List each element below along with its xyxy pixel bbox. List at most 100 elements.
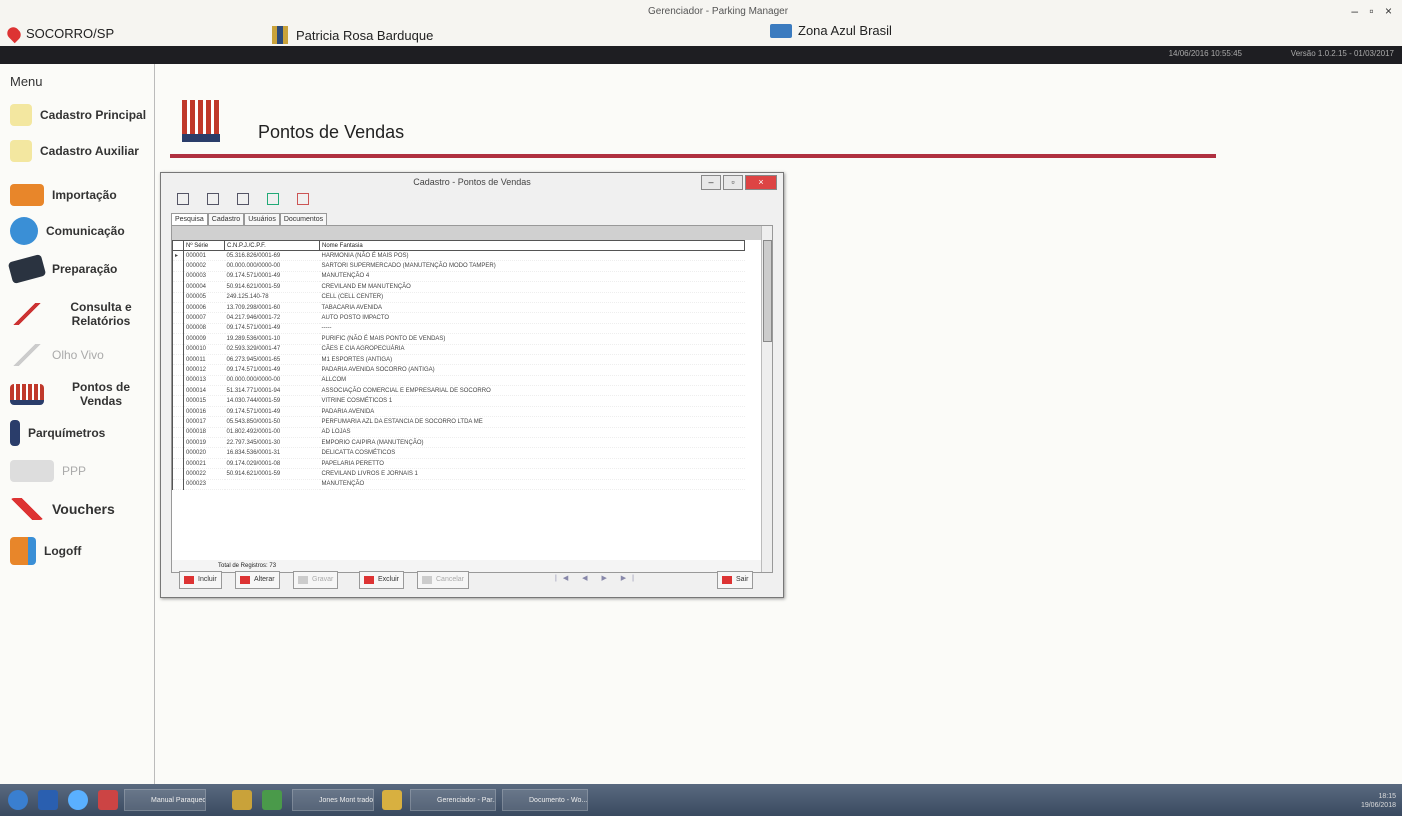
table-row[interactable]: 000003 09.174.571/0001-49 MANUTENÇÃO 4	[172, 271, 745, 283]
table-row[interactable]: ▸ 000001 05.316.826/0001-69 HARMONIA (NÃO É…	[172, 250, 745, 262]
row-indicator[interactable]	[172, 385, 184, 397]
cell-cnpj: 09.174.571/0001-49	[224, 323, 320, 335]
sidebar-item-comunicacao[interactable]: Comunicação	[10, 216, 150, 246]
table-row[interactable]: 000013 00.000.000/0000-00 ALLCOM	[172, 375, 745, 387]
table-row[interactable]: 000004 50.914.621/0001-59 CREVILAND EM MAN…	[172, 281, 745, 293]
row-indicator[interactable]	[172, 437, 184, 449]
status-bar: 14/06/2016 10:55:45 Versão 1.0.2.15 - 01…	[0, 46, 1402, 64]
sidebar-item-importacao[interactable]: Importação	[10, 180, 150, 210]
sidebar-item-ppp[interactable]: PPP	[10, 456, 150, 486]
alterar-button[interactable]: Alterar	[235, 571, 280, 589]
table-row[interactable]: 000019 22.797.345/0001-30 EMPORIO CAIPIRA …	[172, 437, 745, 449]
taskbar-item-jones[interactable]: Jones Mont trado...	[292, 789, 374, 811]
sidebar-item-pontos-de-vendas[interactable]: Pontos de Vendas	[10, 374, 150, 414]
row-indicator[interactable]: ▸	[172, 250, 184, 262]
row-indicator[interactable]	[172, 271, 184, 283]
table-row[interactable]: 000012 09.174.571/0001-49 PADARIA AVENIDA …	[172, 364, 745, 376]
table-row[interactable]: 000016 09.174.571/0001-49 PADARIA AVENIDA	[172, 406, 745, 418]
row-indicator[interactable]	[172, 281, 184, 293]
sidebar-item-consulta-relatorios[interactable]: Consulta e Relatórios	[10, 294, 150, 334]
column-header-nome-fantasia[interactable]: Nome Fantasia	[319, 240, 745, 251]
row-indicator[interactable]	[172, 260, 184, 272]
table-row[interactable]: 000007 04.217.946/0001-72 AUTO POSTO IMPAC…	[172, 312, 745, 324]
tab-documentos[interactable]: Documentos	[279, 213, 328, 225]
app-icon[interactable]	[98, 790, 118, 810]
row-indicator[interactable]	[172, 312, 184, 324]
folder-icon[interactable]	[232, 790, 252, 810]
table-row[interactable]: 000005 249.125.140-78 CELL (CELL CENTER)	[172, 292, 745, 303]
start-button-icon[interactable]	[8, 790, 28, 810]
minimize-button[interactable]: –	[701, 175, 721, 190]
window-controls[interactable]: – ▫ ×	[1351, 4, 1396, 18]
table-row[interactable]: 000010 02.593.329/0001-47 CÃES E CIA AGROP…	[172, 344, 745, 355]
chart-icon	[10, 303, 44, 325]
row-indicator[interactable]	[172, 292, 184, 303]
row-indicator[interactable]	[172, 364, 184, 376]
table-row[interactable]: 000021 09.174.029/0001-08 PAPELARIA PERETT…	[172, 458, 745, 470]
pin-icon[interactable]	[297, 193, 309, 205]
sidebar-item-vouchers[interactable]: Vouchers	[10, 494, 150, 524]
tab-cadastro[interactable]: Cadastro	[207, 213, 245, 225]
taskbar-item-manual[interactable]: Manual Paraqueo...	[124, 789, 206, 811]
row-indicator[interactable]	[172, 406, 184, 418]
column-header-serie[interactable]: Nº Série	[183, 240, 225, 251]
spreadsheet-icon[interactable]	[262, 790, 282, 810]
grid-scrollbar[interactable]	[761, 226, 772, 572]
refresh-icon[interactable]	[237, 193, 249, 205]
table-row[interactable]: 000020 16.834.536/0001-31 DELICATTA COSMÉT…	[172, 447, 745, 459]
table-row[interactable]: 000008 09.174.571/0001-49 -----	[172, 323, 745, 335]
row-indicator[interactable]	[172, 354, 184, 366]
row-indicator[interactable]	[172, 395, 184, 407]
row-indicator[interactable]	[172, 302, 184, 314]
column-header-cnpj[interactable]: C.N.P.J./C.P.F.	[224, 240, 320, 251]
record-navigation[interactable]: |◀ ◀ ▶ ▶|	[555, 574, 640, 582]
sidebar-item-preparacao[interactable]: Preparação	[7, 253, 150, 285]
row-indicator[interactable]	[172, 427, 184, 439]
folder-icon[interactable]	[382, 790, 402, 810]
ie-icon[interactable]	[68, 790, 88, 810]
sidebar-item-cadastro-principal[interactable]: Cadastro Principal	[10, 100, 150, 130]
cell-nome-fantasia: ASSOCIAÇÃO COMERCIAL E EMPRESARIAL DE SO…	[319, 385, 745, 397]
table-row[interactable]: 000022 50.914.621/0001-59 CREVILAND LIVROS…	[172, 468, 745, 480]
table-row[interactable]: 000017 05.543.850/0001-50 PERFUMARIA AZL D…	[172, 416, 745, 428]
sidebar-item-parquimetros[interactable]: Parquímetros	[10, 418, 150, 448]
gravar-button[interactable]: Gravar	[293, 571, 339, 589]
scrollbar-thumb[interactable]	[763, 240, 772, 342]
sidebar-item-cadastro-auxiliar[interactable]: Cadastro Auxiliar	[10, 136, 150, 166]
version-label: Versão 1.0.2.15 - 01/03/2017	[1290, 49, 1394, 58]
row-indicator[interactable]	[172, 447, 184, 459]
tab-pesquisa[interactable]: Pesquisa	[171, 213, 208, 225]
row-indicator[interactable]	[172, 416, 184, 428]
tab-usuarios[interactable]: Usuários	[244, 213, 280, 225]
sair-button[interactable]: Sair	[717, 571, 754, 589]
table-row[interactable]: 000011 06.273.945/0001-65 M1 ESPORTES (ANT…	[172, 354, 745, 366]
excluir-button[interactable]: Excluir	[359, 571, 405, 589]
close-button[interactable]: ×	[745, 175, 777, 190]
row-indicator[interactable]	[172, 468, 184, 480]
cell-cnpj: 06.273.945/0001-65	[224, 354, 320, 366]
print-icon[interactable]	[177, 193, 189, 205]
tree-icon[interactable]	[207, 193, 219, 205]
taskbar-item-documento[interactable]: Documento - Wo...	[502, 789, 588, 811]
explorer-icon[interactable]	[38, 790, 58, 810]
row-indicator[interactable]	[172, 333, 184, 345]
sidebar-item-logoff[interactable]: Logoff	[10, 536, 150, 566]
taskbar-item-gerenciador[interactable]: Gerenciador - Par...	[410, 789, 496, 811]
row-indicator[interactable]	[172, 458, 184, 470]
row-indicator[interactable]	[172, 375, 184, 387]
row-indicator[interactable]	[172, 479, 184, 491]
table-row[interactable]: 000002 00.000.000/0000-00 SARTORI SUPERMER…	[172, 260, 745, 272]
sidebar-item-olho-vivo[interactable]: Olho Vivo	[10, 340, 150, 370]
incluir-button[interactable]: Incluir	[179, 571, 222, 589]
table-row[interactable]: 000009 19.289.536/0001-10 PURIFIC (NÃO É M…	[172, 333, 745, 345]
row-indicator[interactable]	[172, 344, 184, 355]
excel-icon[interactable]	[267, 193, 279, 205]
table-row[interactable]: 000018 01.802.492/0001-00 AD LOJAS	[172, 427, 745, 439]
table-row[interactable]: 000015 14.030.744/0001-59 VITRINE COSMÉTIC…	[172, 395, 745, 407]
table-row[interactable]: 000006 13.709.298/0001-60 TABACARIA AVENID…	[172, 302, 745, 314]
maximize-button[interactable]: ▫	[723, 175, 743, 190]
cancelar-button[interactable]: Cancelar	[417, 571, 470, 589]
table-row[interactable]: 000014 51.314.771/0001-94 ASSOCIAÇÃO COMER…	[172, 385, 745, 397]
row-indicator[interactable]	[172, 323, 184, 335]
table-row[interactable]: 000023 MANUTENÇÃO	[172, 479, 745, 491]
